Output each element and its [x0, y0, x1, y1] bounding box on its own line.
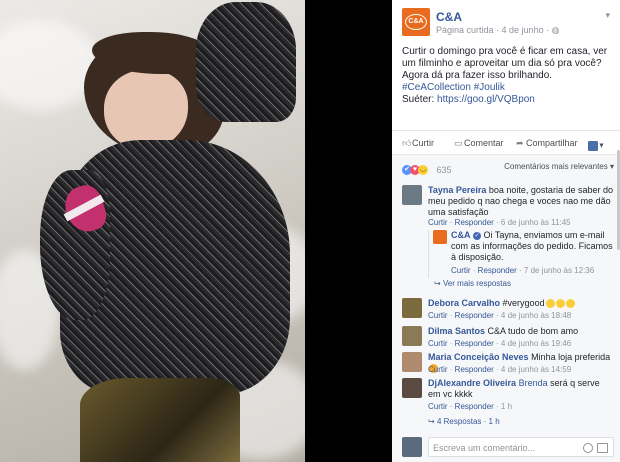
comment-text: Dilma Santos C&A tudo de bom amo — [428, 326, 579, 336]
more-replies-link[interactable]: ↪ 4 Respostas · 1 h — [428, 417, 500, 426]
comment-text: DjAlexandre Oliveira Brenda será q serve… — [428, 378, 600, 399]
comment-item: DjAlexandre Oliveira Brenda será q serve… — [402, 378, 614, 430]
comment-meta: Curtir · Responder · 6 de junho às 11:45 — [428, 218, 571, 227]
reply-item: C&A ✓ Oi Tayna, enviamos um e-mail com a… — [428, 230, 620, 278]
page-name[interactable]: C&A — [436, 10, 462, 24]
avatar — [402, 437, 422, 457]
hashtag-joulik[interactable]: #Joulik — [474, 82, 505, 93]
comment-item: Debora Carvalho #verygood Curtir · Respo… — [402, 298, 614, 322]
emoji-icon[interactable] — [583, 443, 593, 453]
avatar[interactable] — [402, 185, 422, 205]
avatar[interactable] — [402, 378, 422, 398]
reply-text: C&A ✓ Oi Tayna, enviamos um e-mail com a… — [451, 230, 613, 262]
photo-image — [0, 0, 305, 462]
emoji-icon — [545, 299, 555, 309]
emoji-icon — [565, 299, 575, 309]
chevron-down-icon[interactable]: ▾ — [605, 10, 610, 21]
comment-item: Tayna Pereira boa noite, gostaria de sab… — [402, 185, 614, 295]
avatar[interactable] — [402, 352, 422, 372]
avatar[interactable] — [402, 326, 422, 346]
post-actions: 👍︎Curtir ▭Comentar ➦ Compartilhar ▼ — [392, 130, 620, 154]
facebook-photo-viewer: C&A C&A Página curtida · 4 de junho · ◍ … — [0, 0, 620, 462]
comment-meta: Curtir · Responder · 4 de junho às 18:48 — [428, 311, 572, 320]
comment-meta: Curtir · Responder · 1 h — [428, 402, 513, 411]
more-replies-link[interactable]: ↪ Ver mais respostas — [434, 279, 511, 288]
comment-sort-dropdown[interactable]: Comentários mais relevantes ▾ — [504, 162, 614, 171]
verified-icon: ✓ — [473, 231, 482, 240]
like-button[interactable]: 👍︎Curtir — [402, 138, 434, 149]
page-avatar[interactable] — [433, 230, 447, 244]
camera-icon[interactable] — [597, 443, 608, 453]
comment-text: Tayna Pereira boa noite, gostaria de sab… — [428, 185, 613, 217]
chevron-down-icon: ▼ — [598, 142, 605, 150]
comment-composer — [402, 435, 614, 459]
comment-input[interactable] — [433, 441, 573, 454]
hashtag-ceacollection[interactable]: #CeACollection — [402, 82, 471, 93]
thumbs-up-icon: 👍︎ — [402, 138, 412, 148]
post-as-selector[interactable]: ▼ — [588, 137, 608, 151]
comment-item: Maria Conceição Neves Minha loja preferi… — [402, 352, 614, 376]
reactions-summary[interactable]: ✔ ♥ ◡ 635 — [402, 161, 452, 175]
reaction-count: 635 — [436, 164, 452, 175]
post-text: Curtir o domingo pra você é ficar em cas… — [402, 46, 608, 105]
comment-meta: Curtir · Responder · 4 de junho às 14:59 — [428, 365, 572, 374]
reply-arrow-icon: ↪ — [428, 417, 435, 426]
globe-icon: ◍ — [551, 25, 560, 35]
post-header: C&A C&A Página curtida · 4 de junho · ◍ … — [402, 8, 612, 38]
comment-button[interactable]: ▭Comentar — [454, 138, 504, 149]
haha-reaction-icon: ◡ — [418, 164, 428, 175]
reply-arrow-icon: ↪ — [434, 279, 441, 288]
share-icon: ➦ — [516, 138, 524, 148]
emoji-icon — [555, 299, 565, 309]
comments-section: ✔ ♥ ◡ 635 Comentários mais relevantes ▾ Ta… — [392, 154, 620, 462]
share-button[interactable]: ➦ Compartilhar — [516, 138, 578, 149]
comment-text: Debora Carvalho #verygood — [428, 298, 614, 309]
product-link[interactable]: https://goo.gl/VQBpon — [437, 94, 535, 105]
post-sidebar: C&A C&A Página curtida · 4 de junho · ◍ … — [392, 0, 620, 462]
comment-item: Dilma Santos C&A tudo de bom amo Curtir … — [402, 326, 614, 350]
comment-box[interactable] — [428, 437, 614, 457]
avatar[interactable] — [402, 298, 422, 318]
comment-meta: Curtir · Responder · 4 de junho às 19:46 — [428, 339, 572, 348]
comment-icon: ▭ — [454, 138, 463, 148]
post-meta: Página curtida · 4 de junho · ◍ — [436, 25, 560, 35]
page-mini-avatar — [588, 140, 598, 151]
post-photo[interactable] — [0, 0, 392, 462]
page-avatar[interactable]: C&A — [402, 8, 430, 36]
reply-meta: Curtir · Responder · 7 de junho às 12:36 — [451, 266, 595, 275]
